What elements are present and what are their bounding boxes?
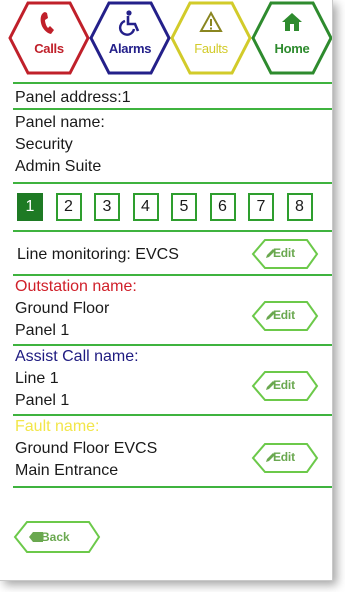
- line-tab-6[interactable]: 6: [209, 193, 236, 221]
- home-icon: [282, 13, 302, 31]
- line-tabs: 12345678: [13, 184, 332, 232]
- assist-call-row: Assist Call name: Line 1 Panel 1 Edit: [13, 346, 332, 416]
- line-monitoring-edit-button[interactable]: Edit: [251, 238, 319, 270]
- home-button[interactable]: Home: [251, 1, 332, 75]
- assist-call-edit-button[interactable]: Edit: [251, 370, 319, 402]
- edit-label: Edit: [273, 450, 295, 464]
- wheelchair-icon: [118, 10, 140, 36]
- panel-name-label: Panel name:: [15, 114, 105, 131]
- top-navigation: Calls Alarms Faults Home: [0, 0, 332, 80]
- fault-edit-button[interactable]: Edit: [251, 442, 319, 474]
- device-screen: Calls Alarms Faults Home Panel address:1…: [0, 0, 333, 581]
- faults-label: Faults: [194, 41, 228, 56]
- back-button[interactable]: Back: [13, 520, 101, 554]
- line-tab-3[interactable]: 3: [94, 193, 120, 221]
- phone-icon: [40, 12, 54, 34]
- line-tab-5[interactable]: 5: [171, 193, 197, 221]
- fault-label: Fault name:: [15, 418, 100, 435]
- panel-address-line: Panel address:1: [13, 84, 332, 109]
- panel-address-value: 1: [121, 89, 131, 106]
- back-label: Back: [41, 530, 70, 544]
- calls-label: Calls: [34, 41, 64, 56]
- panel-address-row: Panel address:1: [13, 82, 332, 110]
- edit-label: Edit: [273, 246, 295, 260]
- outstation-edit-button[interactable]: Edit: [251, 300, 319, 332]
- line-tab-7[interactable]: 7: [248, 193, 274, 221]
- line-tab-1[interactable]: 1: [17, 193, 43, 221]
- line-tab-2[interactable]: 2: [55, 193, 82, 221]
- warning-icon: [199, 10, 223, 32]
- outstation-label: Outstation name:: [15, 278, 137, 295]
- outstation-row: Outstation name: Ground Floor Panel 1 Ed…: [13, 276, 332, 346]
- panel-address-label: Panel address:: [15, 89, 122, 106]
- panel-name-line1: Security: [15, 136, 73, 153]
- assist-call-label: Assist Call name:: [15, 348, 139, 365]
- line-monitoring-line: Line monitoring: EVCS: [15, 244, 179, 266]
- alarms-button[interactable]: Alarms: [89, 1, 171, 75]
- edit-label: Edit: [273, 378, 295, 392]
- alarms-label: Alarms: [108, 41, 152, 56]
- fault-row: Fault name: Ground Floor EVCS Main Entra…: [13, 416, 332, 488]
- panel-name-line2: Admin Suite: [15, 158, 102, 175]
- line-tab-8[interactable]: 8: [286, 193, 313, 221]
- panel-details: Panel address:1 Panel name: Security Adm…: [13, 82, 332, 488]
- faults-button[interactable]: Faults: [170, 1, 252, 75]
- home-label: Home: [274, 41, 310, 56]
- line-monitoring-value: EVCS: [135, 246, 179, 263]
- edit-label: Edit: [273, 308, 295, 322]
- line-monitoring-row: Line monitoring: EVCS Edit: [13, 232, 332, 276]
- line-tab-4[interactable]: 4: [132, 193, 159, 221]
- calls-button[interactable]: Calls: [8, 1, 90, 75]
- line-monitoring-label: Line monitoring:: [17, 246, 131, 263]
- panel-name-row: Panel name: Security Admin Suite: [13, 110, 332, 184]
